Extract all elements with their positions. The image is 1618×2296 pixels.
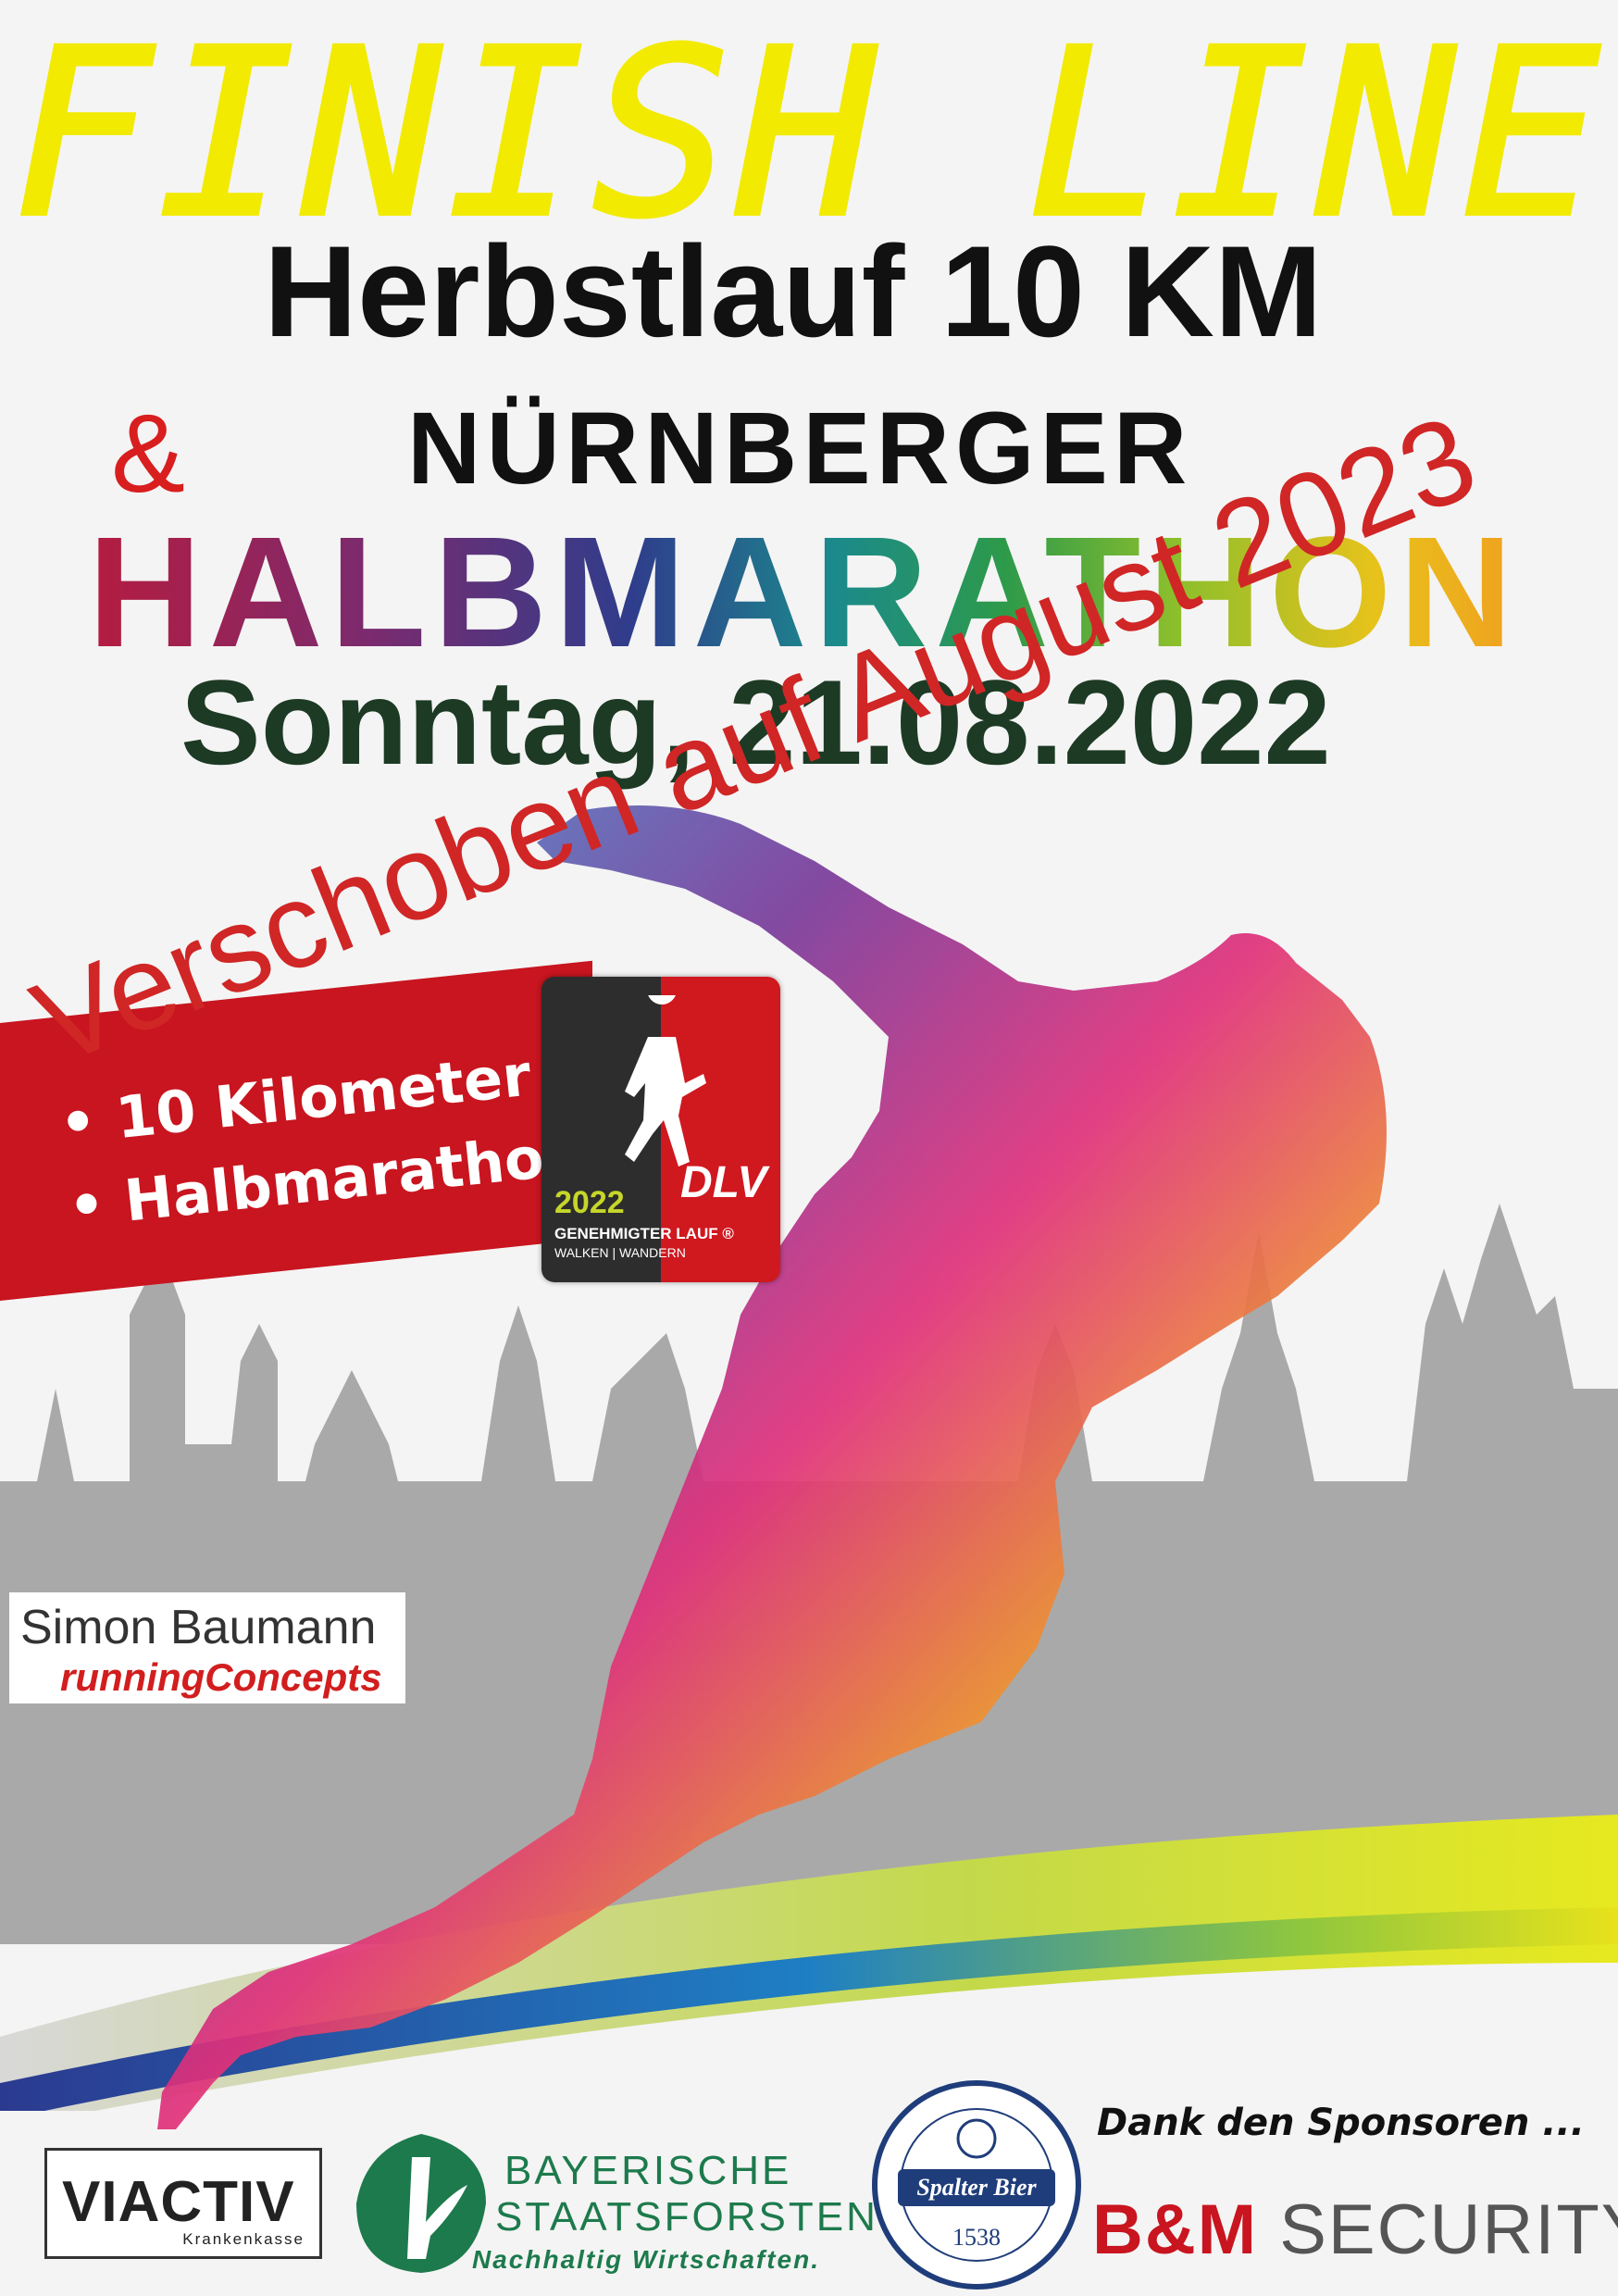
bsf-line1: BAYERISCHE <box>504 2148 792 2193</box>
sponsor-viactiv-logo: VIACTIV Krankenkasse <box>44 2148 322 2259</box>
spalter-year: 1538 <box>952 2224 1001 2251</box>
dlv-sublabel: WALKEN | WANDERN <box>554 1245 686 1260</box>
dlv-logo: DLV <box>680 1158 767 1207</box>
runner-silhouette-icon <box>625 995 706 1167</box>
organizer-logo: Simon Baumann runningConcepts <box>9 1592 405 1703</box>
bm-word: SECURITY <box>1279 2190 1618 2269</box>
dlv-label: GENEHMIGTER LAUF ® <box>554 1225 734 1242</box>
viactiv-sub: Krankenkasse <box>182 2230 305 2248</box>
spalter-name: Spalter Bier <box>916 2174 1037 2201</box>
dlv-year: 2022 <box>554 1185 625 1220</box>
sponsor-thanks: Dank den Sponsoren ... <box>1097 2102 1585 2144</box>
sponsor-spalter-bier-logo: Spalter Bier 1538 <box>870 2078 1083 2291</box>
bm-brand: B&M <box>1092 2190 1259 2269</box>
poster-title: FINISH LINE <box>10 0 1606 268</box>
ampersand: & <box>111 392 186 516</box>
event-name-line1: NÜRNBERGER <box>407 392 1193 505</box>
organizer-company: runningConcepts <box>60 1655 382 1699</box>
bsf-slogan: Nachhaltig Wirtschaften. <box>472 2245 821 2274</box>
race-subtitle: Herbstlauf 10 KM <box>264 218 1323 364</box>
dlv-approval-badge: DLV 2022 GENEHMIGTER LAUF ® WALKEN | WAN… <box>541 977 780 1282</box>
organizer-name: Simon Baumann <box>20 1601 377 1654</box>
bsf-line2: STAATSFORSTEN <box>495 2194 878 2240</box>
viactiv-name: VIACTIV <box>62 2170 295 2234</box>
sponsor-bm-security-logo: B&M SECURITY <box>1092 2190 1618 2270</box>
sponsor-bayerische-staatsforsten-logo: BAYERISCHE STAATSFORSTEN Nachhaltig Wirt… <box>347 2120 876 2287</box>
